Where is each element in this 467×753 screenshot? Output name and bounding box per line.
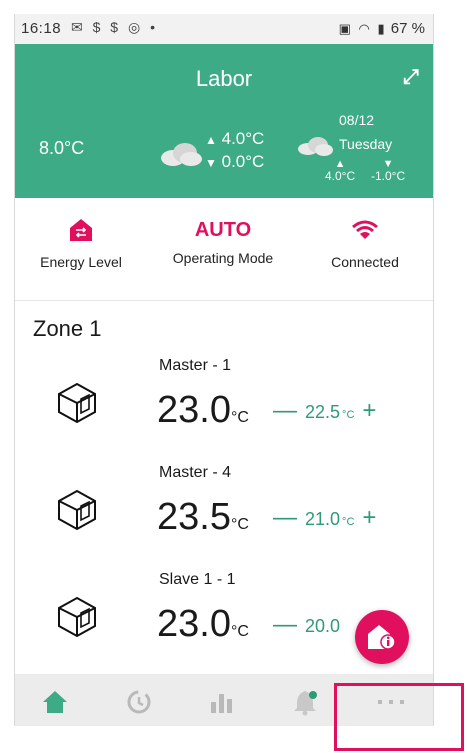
battery-level: 67 %	[390, 20, 425, 37]
history-icon	[127, 690, 151, 714]
nav-history[interactable]	[119, 688, 159, 716]
setpoint-value: 22.5	[305, 402, 341, 422]
device-row[interactable]: Master - 1 23.0°C —22.5 °C +	[15, 357, 433, 467]
highlight-box	[334, 683, 464, 751]
connection-label: Connected	[331, 254, 399, 270]
operating-mode[interactable]: AUTO Operating Mode	[163, 216, 283, 266]
down-arrow-icon: ▼	[205, 156, 217, 170]
decrease-button[interactable]: —	[273, 611, 297, 638]
expand-icon[interactable]: ⤢	[403, 66, 419, 89]
wifi-icon	[352, 220, 378, 239]
notifications-icon	[294, 691, 317, 716]
range-high: 4.0°C	[221, 129, 265, 148]
home-icon	[43, 691, 67, 713]
room-cube-icon	[58, 596, 96, 638]
setpoint-control: — 20.0	[273, 611, 340, 639]
notification-icons: ✉ $ $ ◎ •	[71, 19, 158, 35]
status-time: 16:18	[21, 20, 62, 37]
operating-mode-value: AUTO	[194, 219, 252, 241]
operating-mode-label: Operating Mode	[172, 250, 274, 266]
nav-home[interactable]	[35, 688, 75, 716]
forecast-day: Tuesday	[339, 136, 393, 152]
device-temperature: 23.0°C	[157, 389, 249, 431]
status-right: ▣ ◠ ▮ 67 %	[339, 20, 425, 37]
temperature-range: ▲ 4.0°C ▼ 0.0°C	[205, 128, 264, 174]
decrease-button[interactable]: —	[273, 397, 297, 424]
device-name: Master - 4	[159, 464, 232, 481]
increase-button[interactable]: +	[362, 397, 376, 424]
forecast-cloud-icon	[298, 137, 333, 156]
status-bar: 16:18 ✉ $ $ ◎ • ▣ ◠ ▮ 67 %	[15, 14, 433, 44]
forecast-high: ▲ 4.0°C	[325, 158, 356, 183]
increase-button[interactable]: +	[362, 504, 376, 531]
energy-level-label: Energy Level	[40, 254, 122, 270]
device-name: Master - 1	[159, 357, 232, 374]
statistics-icon	[211, 694, 232, 713]
nav-notifications[interactable]	[285, 688, 325, 716]
energy-home-icon	[70, 219, 92, 241]
up-arrow-icon: ▲	[205, 133, 217, 147]
device-name: Slave 1 - 1	[159, 571, 236, 588]
cloud-icon	[161, 143, 202, 166]
room-cube-icon	[58, 489, 96, 531]
setpoint-value: 20.0	[305, 616, 341, 636]
energy-level[interactable]: Energy Level	[21, 216, 141, 270]
decrease-button[interactable]: —	[273, 504, 297, 531]
app-screen: 16:18 ✉ $ $ ◎ • ▣ ◠ ▮ 67 % Labor ⤢ 8.0°C…	[14, 14, 434, 726]
current-temperature: 8.0°C	[39, 138, 85, 158]
page-title: Labor	[195, 66, 253, 91]
forecast-date: 08/12	[339, 112, 375, 128]
device-row[interactable]: Master - 4 23.5°C —21.0 °C +	[15, 464, 433, 574]
weather-header: Labor ⤢ 8.0°C ▲ 4.0°C ▼ 0.0°C 08/12 Tues…	[15, 44, 433, 198]
device-temperature: 23.0°C	[157, 603, 249, 645]
device-temperature: 23.5°C	[157, 496, 249, 538]
setpoint-control: —21.0 °C +	[273, 504, 377, 531]
setpoint-control: —22.5 °C +	[273, 397, 377, 424]
zone-title: Zone 1	[33, 316, 102, 341]
range-low: 0.0°C	[221, 152, 265, 171]
connection-status[interactable]: Connected	[305, 216, 425, 270]
nav-statistics[interactable]	[201, 688, 241, 716]
setpoint-value: 21.0	[305, 509, 341, 529]
signal-icon: ▣ ◠ ▮	[338, 21, 387, 36]
status-row: Energy Level AUTO Operating Mode Connect…	[15, 198, 433, 301]
room-cube-icon	[58, 382, 96, 424]
forecast-low: ▼ -1.0°C	[371, 158, 406, 183]
home-info-icon	[368, 625, 396, 650]
home-info-fab[interactable]	[355, 610, 409, 664]
